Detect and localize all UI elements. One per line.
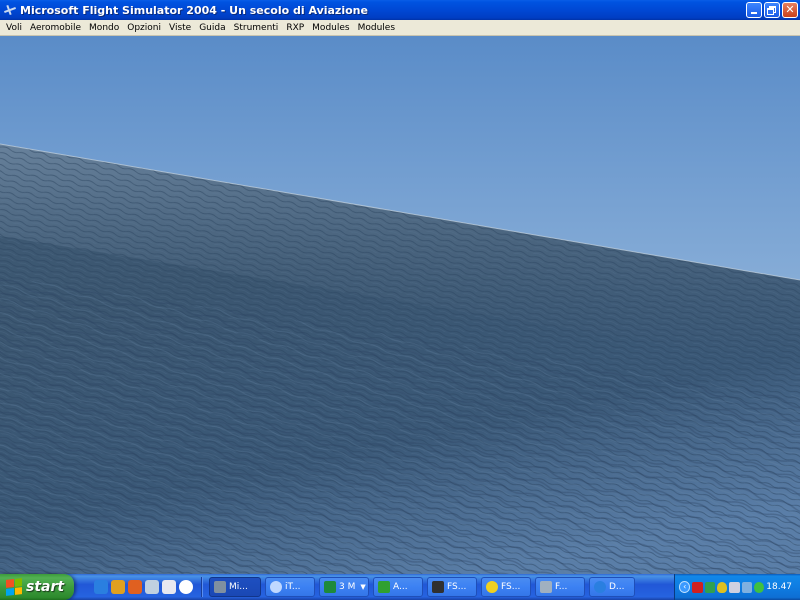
- menu-bar: Voli Aeromobile Mondo Opzioni Viste Guid…: [0, 20, 800, 36]
- close-button[interactable]: ✕: [782, 2, 798, 18]
- start-button[interactable]: start: [0, 574, 74, 600]
- network-icon[interactable]: [145, 580, 159, 594]
- menu-modules[interactable]: Modules: [308, 20, 353, 36]
- task-flight-simulator[interactable]: Mi...: [209, 577, 261, 597]
- chevron-left-icon[interactable]: ‹: [679, 581, 691, 593]
- antivirus-icon[interactable]: [692, 581, 703, 593]
- media-player-icon[interactable]: [111, 580, 125, 594]
- minimize-button[interactable]: [746, 2, 762, 18]
- internet-explorer-icon: [594, 581, 606, 593]
- task-label: FS...: [447, 582, 467, 592]
- menu-modules-2[interactable]: Modules: [354, 20, 399, 36]
- task-fs-smiley[interactable]: FS...: [481, 577, 531, 597]
- app-icon: [378, 581, 390, 593]
- firefox-icon[interactable]: [128, 580, 142, 594]
- task-ie-d[interactable]: D...: [589, 577, 635, 597]
- scene-canvas: [0, 36, 800, 574]
- menu-opzioni[interactable]: Opzioni: [123, 20, 165, 36]
- window-title: Microsoft Flight Simulator 2004 - Un sec…: [20, 3, 368, 17]
- minimize-icon: [751, 12, 757, 14]
- task-buttons: Mi... iT... 3 M ▼ A... FS... FS... F...: [209, 577, 635, 597]
- task-app[interactable]: A...: [373, 577, 423, 597]
- airplane-icon: [540, 581, 552, 593]
- taskbar: start Mi... iT... 3 M ▼ A... FS... FS...…: [0, 574, 800, 600]
- simulator-view[interactable]: [0, 36, 800, 574]
- window-title-bar[interactable]: Microsoft Flight Simulator 2004 - Un sec…: [0, 0, 800, 20]
- quick-launch: [94, 580, 193, 594]
- windows-logo-icon: [6, 578, 22, 596]
- smiley-icon: [486, 581, 498, 593]
- task-label: iT...: [285, 582, 301, 592]
- menu-mondo[interactable]: Mondo: [85, 20, 123, 36]
- restore-button[interactable]: [764, 2, 780, 18]
- clock[interactable]: 18.47: [766, 582, 792, 592]
- volume-icon[interactable]: [729, 581, 740, 593]
- close-icon: ✕: [785, 3, 795, 16]
- menu-viste[interactable]: Viste: [165, 20, 195, 36]
- task-excel-group[interactable]: 3 M ▼: [319, 577, 369, 597]
- excel-icon: [324, 581, 336, 593]
- window-controls: ✕: [746, 2, 798, 18]
- player-icon[interactable]: [179, 580, 193, 594]
- task-label: Mi...: [229, 582, 248, 592]
- messenger-icon[interactable]: [753, 581, 765, 593]
- task-itunes[interactable]: iT...: [265, 577, 315, 597]
- task-label: F...: [555, 582, 568, 592]
- menu-guida[interactable]: Guida: [195, 20, 229, 36]
- menu-strumenti[interactable]: Strumenti: [230, 20, 283, 36]
- window-icon: [432, 581, 444, 593]
- taskbar-separator: [201, 577, 203, 597]
- task-label: D...: [609, 582, 625, 592]
- internet-explorer-icon[interactable]: [94, 580, 108, 594]
- security-shield-icon[interactable]: [717, 581, 728, 593]
- task-label: 3 M: [339, 582, 356, 592]
- mail-icon[interactable]: [162, 580, 176, 594]
- menu-aeromobile[interactable]: Aeromobile: [26, 20, 85, 36]
- airplane-icon: [214, 581, 226, 593]
- start-label: start: [26, 579, 65, 595]
- chevron-down-icon: ▼: [360, 583, 366, 591]
- task-fs-window[interactable]: FS...: [427, 577, 477, 597]
- airplane-icon[interactable]: [3, 3, 17, 17]
- task-label: A...: [393, 582, 408, 592]
- task-label: FS...: [501, 582, 521, 592]
- menu-voli[interactable]: Voli: [2, 20, 26, 36]
- system-tray: ‹ 18.47: [674, 574, 800, 600]
- network-connection-icon[interactable]: [741, 581, 752, 593]
- menu-rxp[interactable]: RXP: [282, 20, 308, 36]
- task-f-airplane[interactable]: F...: [535, 577, 585, 597]
- itunes-icon: [270, 581, 282, 593]
- wireless-icon[interactable]: [704, 581, 715, 593]
